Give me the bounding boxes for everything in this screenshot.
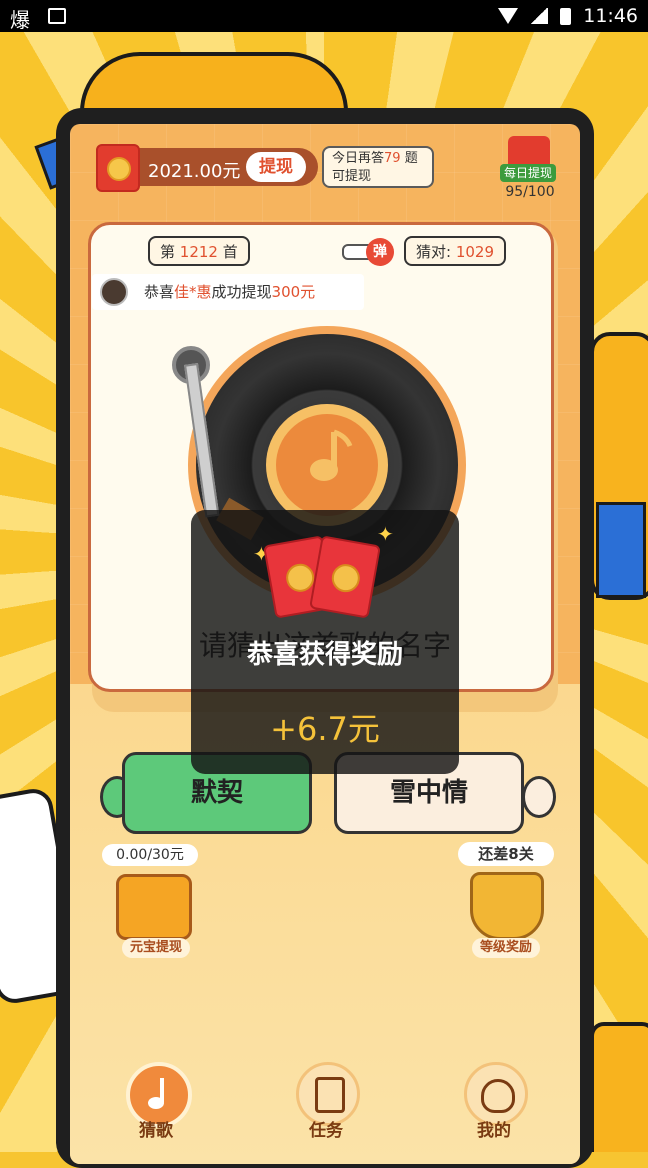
withdraw-button[interactable]: 提现 xyxy=(246,152,306,182)
daily-withdraw-label[interactable]: 每日提现 xyxy=(500,164,556,182)
status-bar: 爆 11:46 xyxy=(0,0,648,32)
right-ornament xyxy=(522,776,556,818)
task-list-icon xyxy=(315,1077,345,1113)
nav-label-tasks[interactable]: 任务 xyxy=(286,1116,366,1141)
clock: 11:46 xyxy=(583,5,638,27)
reward-toast: ✦ ✦ 恭喜获得奖励 +6.7元 xyxy=(191,510,459,774)
trophy-icon[interactable] xyxy=(470,872,544,940)
nav-label-guess[interactable]: 猜歌 xyxy=(116,1116,196,1141)
music-note-icon xyxy=(310,429,353,481)
battery-icon xyxy=(560,7,572,25)
nav-label-mine[interactable]: 我的 xyxy=(454,1116,534,1141)
bottom-right-decoration xyxy=(590,1022,648,1152)
red-envelope-icon xyxy=(96,144,140,192)
withdraw-tip-bubble: 今日再答79 题 可提现 xyxy=(322,146,434,188)
ingot-withdraw-label[interactable]: 元宝提现 xyxy=(122,938,190,958)
ingot-progress: 0.00/30元 xyxy=(102,844,198,866)
sparkle-icon: ✦ xyxy=(377,522,394,546)
treasure-chest-icon[interactable] xyxy=(116,874,192,940)
barrage-toggle-knob[interactable]: 弹 xyxy=(366,238,394,266)
music-note-icon xyxy=(148,1078,164,1109)
balance-value: 2021.00元 xyxy=(148,161,241,182)
song-number-pill: 第 1212 首 xyxy=(148,236,250,266)
wifi-icon xyxy=(498,8,519,24)
daily-withdraw-progress: 95/100 xyxy=(505,184,555,200)
reward-title: 恭喜获得奖励 xyxy=(246,640,403,670)
avatar xyxy=(100,278,128,306)
image-notification-icon xyxy=(48,8,66,24)
level-reward-label[interactable]: 等级奖励 xyxy=(472,938,540,958)
levels-remaining: 还差8关 xyxy=(458,842,554,866)
app-notification-icon: 爆 xyxy=(10,8,30,32)
money-bag-icon xyxy=(481,1079,515,1113)
signal-icon xyxy=(530,8,549,24)
blue-decoration-right xyxy=(596,502,646,598)
correct-count-pill: 猜对: 1029 xyxy=(404,236,507,266)
withdraw-notice: 恭喜佳*惠成功提现300元 xyxy=(92,274,364,310)
reward-amount: +6.7元 xyxy=(270,710,380,748)
red-envelope-icon xyxy=(309,535,381,619)
